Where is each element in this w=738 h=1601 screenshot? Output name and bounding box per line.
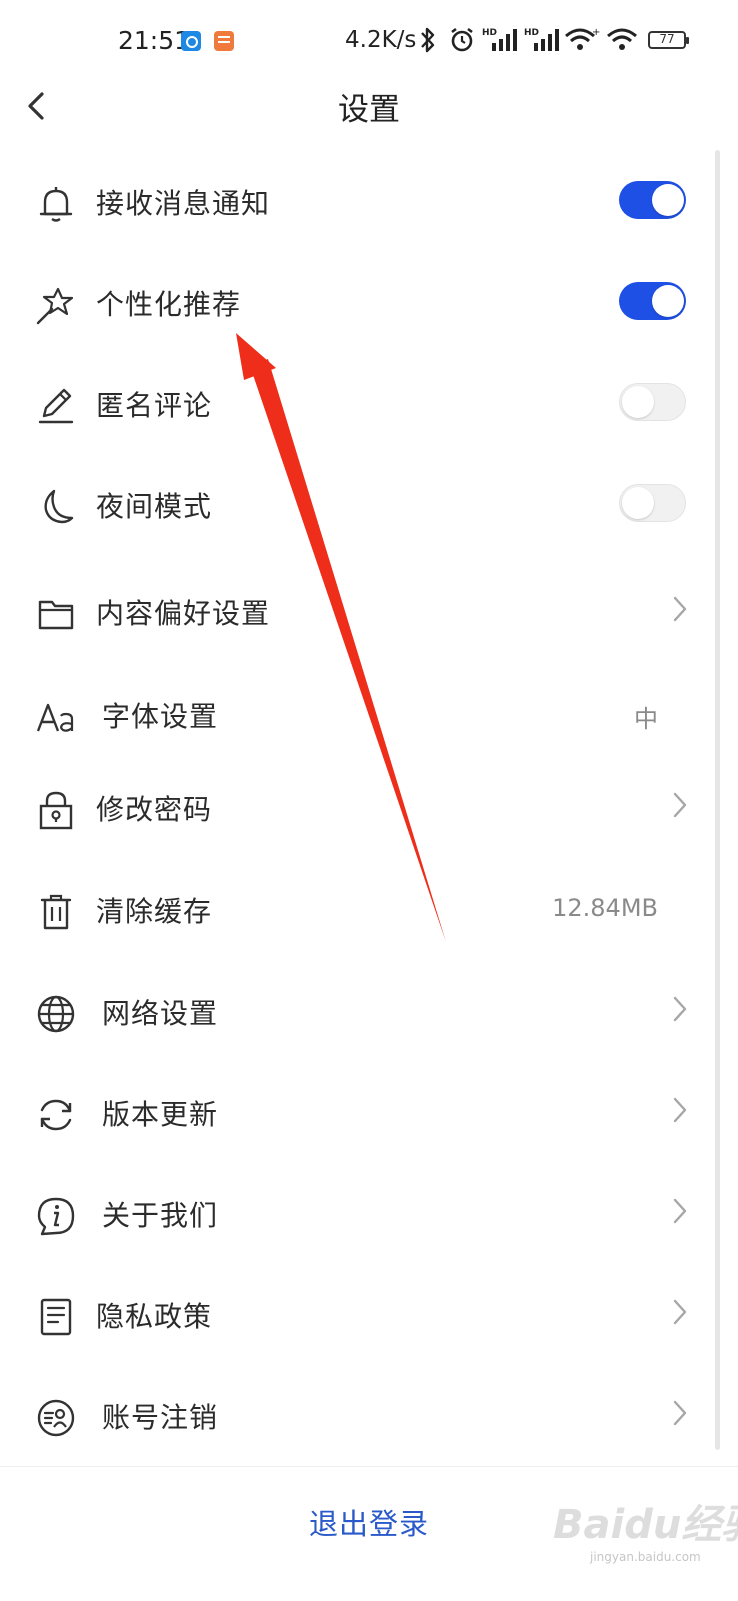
chevron-right-icon <box>673 596 687 622</box>
magic-wand-icon <box>34 283 78 327</box>
setting-label: 清除缓存 <box>96 895 213 928</box>
baidu-watermark-url: jingyan.baidu.com <box>590 1550 701 1564</box>
status-bar: 21:51 4.2K/s HD HD + 77 <box>0 0 738 80</box>
chevron-right-icon <box>673 1198 687 1224</box>
hd-signal-icon: HD <box>524 28 559 51</box>
toggle-knob <box>622 386 654 418</box>
bell-icon <box>34 182 78 226</box>
setting-night-mode[interactable]: 夜间模式 <box>0 453 710 553</box>
setting-label: 接收消息通知 <box>96 187 271 220</box>
hd-signal-icon: HD <box>482 28 517 51</box>
chevron-right-icon <box>673 1097 687 1123</box>
pencil-icon <box>34 384 78 428</box>
setting-label: 匿名评论 <box>96 389 213 422</box>
notifications-toggle[interactable] <box>619 181 686 219</box>
scrollbar[interactable] <box>715 150 720 1450</box>
trash-icon <box>34 890 78 934</box>
setting-label: 隐私政策 <box>96 1300 213 1333</box>
status-time: 21:51 <box>118 26 191 55</box>
chevron-right-icon <box>673 1400 687 1426</box>
chevron-right-icon <box>673 792 687 818</box>
setting-about-us[interactable]: 关于我们 <box>0 1162 710 1262</box>
night-mode-toggle[interactable] <box>619 484 686 522</box>
cache-size-value: 12.84MB <box>552 894 658 922</box>
setting-label: 网络设置 <box>102 997 219 1030</box>
setting-personalized-recommendation[interactable]: 个性化推荐 <box>0 251 710 351</box>
setting-label: 内容偏好设置 <box>96 597 271 630</box>
setting-privacy-policy[interactable]: 隐私政策 <box>0 1263 710 1363</box>
setting-content-preferences[interactable]: 内容偏好设置 <box>0 560 710 660</box>
wifi-icon: + <box>565 27 600 50</box>
setting-anonymous-comments[interactable]: 匿名评论 <box>0 352 710 452</box>
network-speed: 4.2K/s <box>345 27 417 53</box>
chevron-right-icon <box>673 996 687 1022</box>
lock-icon <box>34 788 78 832</box>
document-icon <box>34 1295 78 1339</box>
setting-label: 账号注销 <box>102 1401 219 1434</box>
toggle-knob <box>622 487 654 519</box>
alarm-icon <box>451 27 473 52</box>
setting-label: 个性化推荐 <box>96 288 242 321</box>
app-notification-icon <box>214 31 234 51</box>
setting-label: 字体设置 <box>102 700 219 733</box>
setting-network[interactable]: 网络设置 <box>0 960 710 1060</box>
folder-icon <box>34 592 78 636</box>
personalized-toggle[interactable] <box>619 282 686 320</box>
toggle-knob <box>652 184 684 216</box>
battery-level: 77 <box>659 32 675 46</box>
globe-icon <box>34 992 78 1036</box>
svg-text:+: + <box>592 27 600 38</box>
svg-text:HD: HD <box>524 28 539 38</box>
setting-label: 关于我们 <box>102 1199 219 1232</box>
setting-receive-notifications[interactable]: 接收消息通知 <box>0 150 710 250</box>
nav-bar: 设置 <box>0 80 738 140</box>
setting-label: 夜间模式 <box>96 490 213 523</box>
app-notification-icon <box>181 31 201 51</box>
anonymous-toggle[interactable] <box>619 383 686 421</box>
setting-version-update[interactable]: 版本更新 <box>0 1061 710 1161</box>
moon-icon <box>34 485 78 529</box>
page-title: 设置 <box>338 92 400 128</box>
refresh-icon <box>34 1093 78 1137</box>
setting-font[interactable]: 字体设置 中 <box>0 663 710 763</box>
setting-account-cancellation[interactable]: 账号注销 <box>0 1364 710 1464</box>
font-aa-icon <box>34 695 78 739</box>
baidu-watermark: Baidu经验 <box>553 1502 738 1548</box>
font-size-value: 中 <box>634 705 658 733</box>
setting-change-password[interactable]: 修改密码 <box>0 756 710 856</box>
info-icon <box>34 1194 78 1238</box>
bluetooth-icon <box>421 27 435 53</box>
setting-clear-cache[interactable]: 清除缓存 12.84MB <box>0 858 710 958</box>
wifi-icon <box>607 28 637 50</box>
setting-label: 版本更新 <box>102 1098 219 1131</box>
toggle-knob <box>652 285 684 317</box>
setting-label: 修改密码 <box>96 793 213 826</box>
svg-text:HD: HD <box>482 28 497 38</box>
chevron-right-icon <box>673 1299 687 1325</box>
account-cancel-icon <box>34 1396 78 1440</box>
battery-icon: 77 <box>648 31 689 49</box>
